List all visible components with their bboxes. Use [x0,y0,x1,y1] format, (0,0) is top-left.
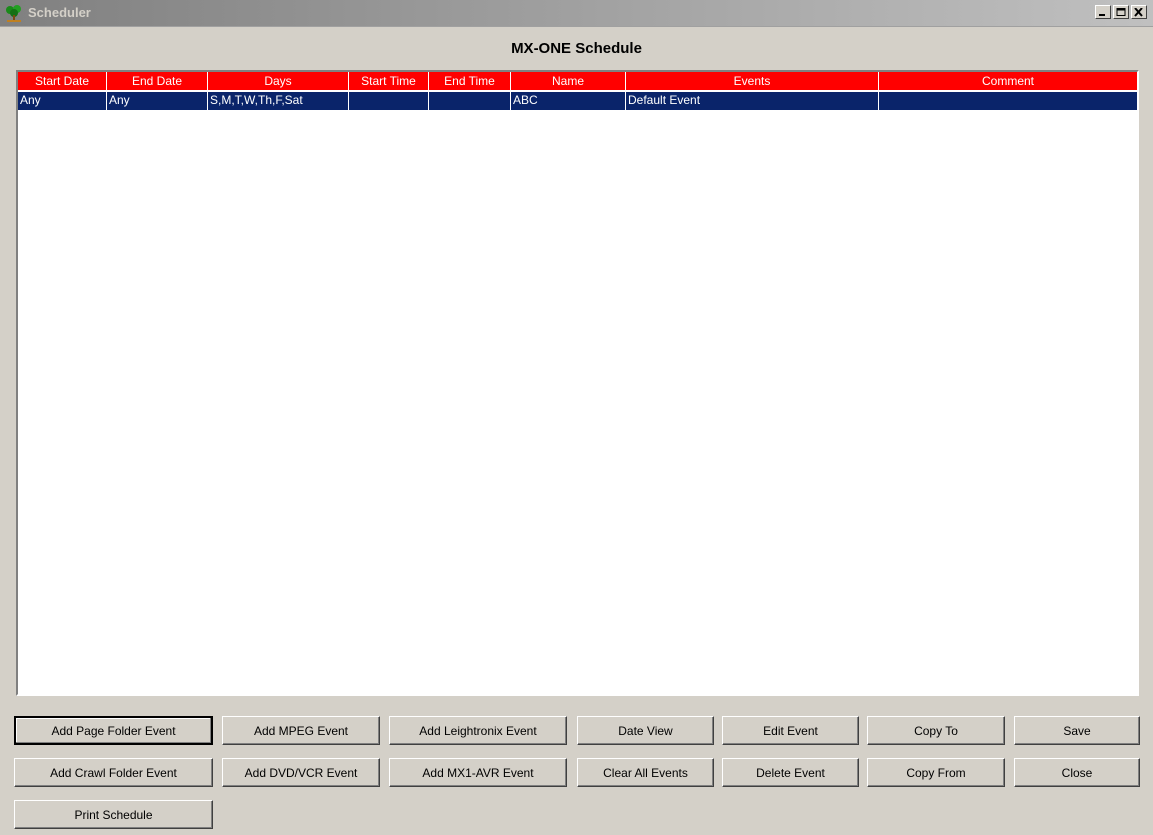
table-row[interactable]: Any Any S,M,T,W,Th,F,Sat ABC Default Eve… [18,92,1137,110]
column-header-comment[interactable]: Comment [879,72,1137,90]
close-icon [1134,8,1143,17]
window-title: Scheduler [28,5,91,20]
add-crawl-folder-event-button[interactable]: Add Crawl Folder Event [14,758,213,787]
column-header-start-date[interactable]: Start Date [18,72,107,90]
cell-comment[interactable] [879,92,1137,110]
close-window-button[interactable]: Close [1014,758,1140,787]
copy-to-button[interactable]: Copy To [867,716,1005,745]
cell-end-date[interactable]: Any [107,92,208,110]
table-header: Start Date End Date Days Start Time End … [18,72,1137,92]
cell-end-time[interactable] [429,92,511,110]
schedule-table[interactable]: Start Date End Date Days Start Time End … [16,70,1139,696]
cell-days[interactable]: S,M,T,W,Th,F,Sat [208,92,349,110]
maximize-button[interactable] [1113,5,1129,19]
cell-start-date[interactable]: Any [18,92,107,110]
clear-all-events-button[interactable]: Clear All Events [577,758,714,787]
column-header-start-time[interactable]: Start Time [349,72,429,90]
cell-start-time[interactable] [349,92,429,110]
add-page-folder-event-button[interactable]: Add Page Folder Event [14,716,213,745]
delete-event-button[interactable]: Delete Event [722,758,859,787]
minimize-button[interactable] [1095,5,1111,19]
column-header-end-time[interactable]: End Time [429,72,511,90]
save-button[interactable]: Save [1014,716,1140,745]
date-view-button[interactable]: Date View [577,716,714,745]
schedule-heading: MX-ONE Schedule [511,40,642,57]
app-tree-icon[interactable] [4,4,24,22]
copy-from-button[interactable]: Copy From [867,758,1005,787]
close-button[interactable] [1131,5,1147,19]
maximize-icon [1116,8,1126,16]
add-mx1-avr-event-button[interactable]: Add MX1-AVR Event [389,758,567,787]
cell-name[interactable]: ABC [511,92,626,110]
add-leightronix-event-button[interactable]: Add Leightronix Event [389,716,567,745]
add-mpeg-event-button[interactable]: Add MPEG Event [222,716,380,745]
print-schedule-button[interactable]: Print Schedule [14,800,213,829]
column-header-events[interactable]: Events [626,72,879,90]
column-header-end-date[interactable]: End Date [107,72,208,90]
add-dvd-vcr-event-button[interactable]: Add DVD/VCR Event [222,758,380,787]
column-header-name[interactable]: Name [511,72,626,90]
cell-events[interactable]: Default Event [626,92,879,110]
minimize-icon [1099,14,1105,16]
title-bar[interactable]: Scheduler [0,0,1153,27]
column-header-days[interactable]: Days [208,72,349,90]
edit-event-button[interactable]: Edit Event [722,716,859,745]
